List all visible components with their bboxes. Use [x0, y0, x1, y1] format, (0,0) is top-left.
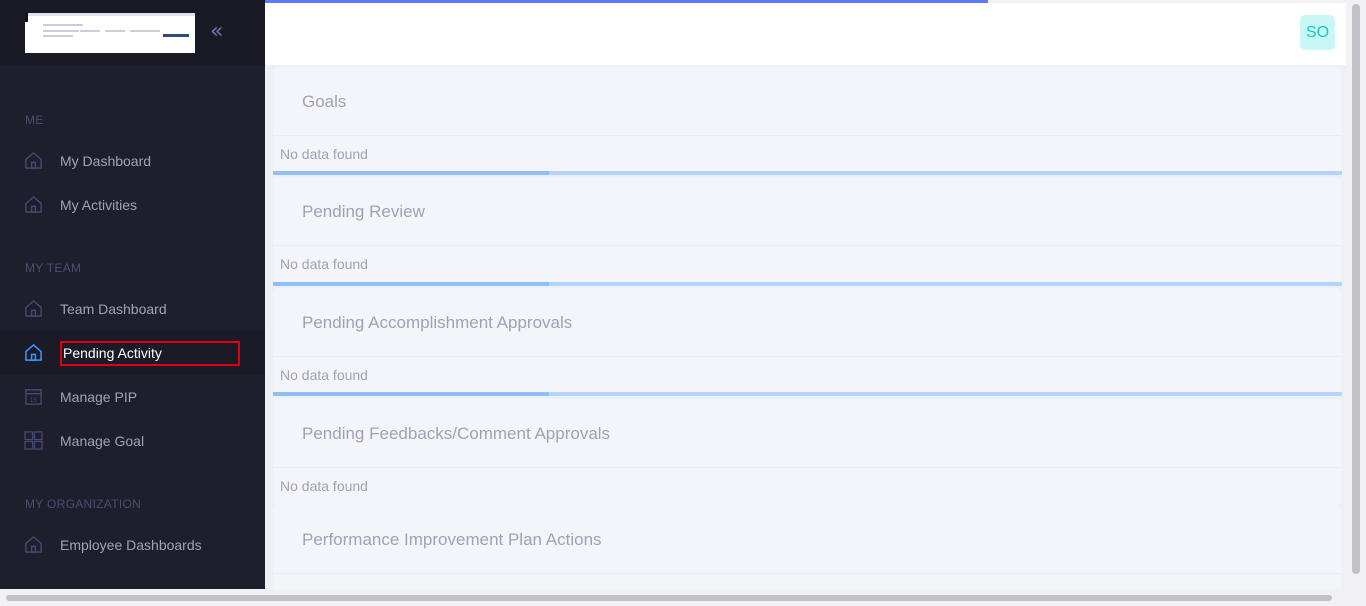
sidebar-item-label: Manage PIP [60, 389, 138, 405]
empty-state-text: No data found [280, 367, 368, 383]
sidebar-item-label: Team Dashboard [60, 301, 167, 317]
card-title: Goals [302, 92, 347, 111]
sidebar: « ME My Dashboard My Activities MY TEAM … [0, 0, 265, 589]
grid-icon [24, 431, 43, 450]
sidebar-item-employee-dashboards[interactable]: Employee Dashboards [0, 523, 265, 567]
home-icon [25, 300, 42, 317]
sidebar-brand: « [0, 0, 265, 65]
section-title-my-team: MY TEAM [25, 261, 82, 275]
card-loading-bar [273, 392, 1342, 396]
sidebar-item-manage-goal[interactable]: Manage Goal [0, 419, 265, 463]
home-icon [25, 196, 42, 213]
card-title: Pending Accomplishment Approvals [302, 313, 573, 332]
svg-text:15: 15 [30, 398, 38, 404]
card-title: Pending Feedbacks/Comment Approvals [302, 424, 611, 443]
sidebar-item-my-dashboard[interactable]: My Dashboard [0, 139, 265, 183]
card-loading-bar [273, 171, 1342, 175]
sidebar-item-label: My Dashboard [60, 153, 152, 169]
empty-state-text: No data found [280, 478, 368, 494]
home-icon [25, 343, 42, 361]
card-pending-review: Pending Review No data found [273, 177, 1341, 283]
section-title-my-organization: MY ORGANIZATION [25, 497, 142, 511]
horizontal-scrollbar[interactable] [0, 589, 1366, 606]
company-logo[interactable] [25, 13, 195, 53]
home-icon [25, 152, 42, 169]
sidebar-item-manage-pip[interactable]: 15 Manage PIP [0, 375, 265, 419]
scrollbar-thumb[interactable] [1352, 4, 1360, 574]
sidebar-item-pending-activity[interactable]: Pending Activity [0, 331, 265, 375]
sidebar-item-label: Pending Activity [63, 345, 162, 361]
home-icon [25, 536, 42, 553]
scrollbar-thumb[interactable] [6, 595, 1332, 601]
card-pending-accomplishment-approvals: Pending Accomplishment Approvals No data… [273, 288, 1341, 394]
card-performance-improvement-plan-actions: Performance Improvement Plan Actions [273, 505, 1341, 589]
calendar-icon: 15 [25, 389, 42, 405]
avatar[interactable]: SO [1300, 15, 1335, 50]
card-pending-feedbacks-comment-approvals: Pending Feedbacks/Comment Approvals No d… [273, 399, 1341, 505]
main-content: Goals No data found Pending Review No da… [265, 65, 1346, 589]
card-title: Pending Review [302, 202, 425, 221]
sidebar-item-team-dashboard[interactable]: Team Dashboard [0, 287, 265, 331]
sidebar-item-label: Manage Goal [60, 433, 145, 449]
empty-state-text: No data found [280, 146, 368, 162]
card-goals: Goals No data found [273, 67, 1341, 173]
top-header: SO [265, 3, 1346, 65]
card-title: Performance Improvement Plan Actions [302, 530, 602, 549]
sidebar-item-label: My Activities [60, 197, 138, 213]
vertical-scrollbar[interactable] [1346, 0, 1366, 589]
sidebar-item-my-activities[interactable]: My Activities [0, 183, 265, 227]
section-title-me: ME [25, 113, 44, 127]
double-chevron-left-icon[interactable]: « [210, 20, 234, 44]
sidebar-item-label: Employee Dashboards [60, 537, 202, 553]
card-loading-bar [273, 282, 1342, 286]
empty-state-text: No data found [280, 256, 368, 272]
